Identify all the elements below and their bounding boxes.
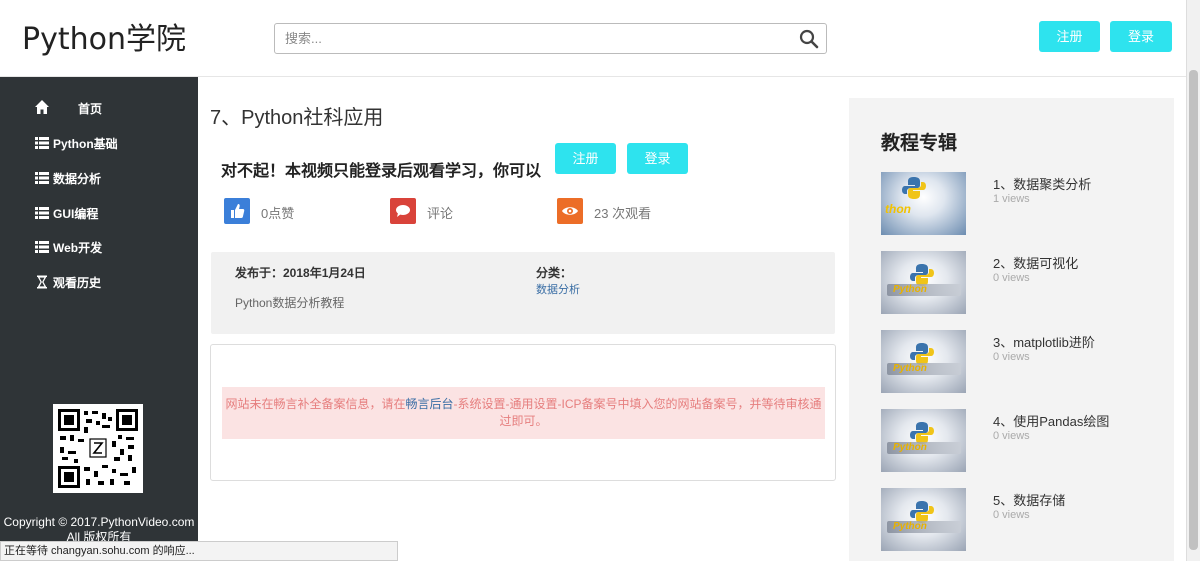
- list-icon: [35, 137, 49, 149]
- course-item[interactable]: thon 1、数据聚类分析 1 views: [881, 172, 1171, 236]
- thumbnail-brand: Python: [893, 363, 927, 374]
- hourglass-icon: [37, 275, 47, 289]
- thumbnail-brand: Python: [893, 442, 927, 453]
- category-label: 分类：: [536, 266, 573, 280]
- login-notice: 对不起！本视频只能登录后观看学习，你可以: [221, 163, 542, 180]
- comment-icon[interactable]: [390, 198, 416, 224]
- sidebar-item-label: Web开发: [53, 241, 103, 255]
- changyan-admin-link[interactable]: 畅言后台: [406, 397, 454, 411]
- publish-date: 发布于：2018年1月24日: [235, 266, 366, 280]
- course-thumbnail[interactable]: Python: [881, 409, 966, 472]
- header-login-button[interactable]: 登录: [1110, 21, 1172, 52]
- thumbnail-brand: Python: [893, 521, 927, 532]
- list-icon: [35, 241, 49, 253]
- sidebar-item-home[interactable]: 首页: [0, 91, 198, 125]
- top-header: Python学院 注册 登录: [0, 0, 1186, 77]
- course-thumbnail[interactable]: Python: [881, 251, 966, 314]
- course-thumbnail[interactable]: Python: [881, 488, 966, 551]
- site-logo[interactable]: Python学院: [22, 20, 186, 60]
- category-link[interactable]: 数据分析: [536, 281, 580, 297]
- header-register-button[interactable]: 注册: [1039, 21, 1100, 52]
- course-views: 0 views: [993, 351, 1030, 363]
- sidebar: 首页 Python基础 数据分析 GUI编程 Web开发 观看历史 Copyri…: [0, 77, 198, 561]
- home-icon: [35, 100, 49, 114]
- sidebar-item-label: 观看历史: [53, 276, 102, 290]
- qr-code-image: [58, 409, 138, 488]
- search-icon[interactable]: [799, 29, 819, 49]
- course-item[interactable]: Python 3、matplotlib进阶 0 views: [881, 330, 1171, 394]
- sidebar-item-python-basics[interactable]: Python基础: [0, 126, 198, 160]
- course-title[interactable]: 1、数据聚类分析: [993, 174, 1091, 193]
- sidebar-item-label: 数据分析: [53, 172, 102, 186]
- views-count: 23 次观看: [594, 206, 652, 221]
- sidebar-item-data-analysis[interactable]: 数据分析: [0, 161, 198, 195]
- course-views: 0 views: [993, 272, 1030, 284]
- list-icon: [35, 172, 49, 184]
- scrollbar-thumb[interactable]: [1189, 70, 1198, 550]
- video-info-panel: 发布于：2018年1月24日 Python数据分析教程 分类： 数据分析: [211, 252, 835, 334]
- copyright-line1: Copyright © 2017.PythonVideo.com: [3, 515, 195, 529]
- course-thumbnail[interactable]: thon: [881, 172, 966, 235]
- course-thumbnail[interactable]: Python: [881, 330, 966, 393]
- sidebar-item-history[interactable]: 观看历史: [0, 265, 198, 299]
- thumbs-up-icon[interactable]: [224, 198, 250, 224]
- thumbnail-brand: thon: [885, 202, 911, 216]
- sidebar-item-web[interactable]: Web开发: [0, 230, 198, 264]
- sidebar-item-label: Python基础: [53, 137, 118, 151]
- browser-status-bar: 正在等待 changyan.sohu.com 的响应...: [0, 541, 398, 561]
- course-item[interactable]: Python 4、使用Pandas绘图 0 views: [881, 409, 1171, 473]
- register-button[interactable]: 注册: [555, 143, 616, 174]
- video-description: Python数据分析教程: [235, 296, 345, 310]
- qr-code: [53, 404, 143, 493]
- page-title: 7、Python社科应用: [210, 107, 384, 129]
- python-logo-icon: [902, 177, 926, 199]
- icp-alert: 网站未在畅言补全备案信息，请在畅言后台-系统设置-通用设置-ICP备案号中填入您…: [222, 387, 825, 439]
- course-title[interactable]: 3、matplotlib进阶: [993, 332, 1095, 351]
- album-title: 教程专辑: [881, 133, 958, 154]
- sidebar-item-label: 首页: [78, 102, 103, 116]
- course-title[interactable]: 4、使用Pandas绘图: [993, 411, 1109, 430]
- course-title[interactable]: 5、数据存储: [993, 490, 1065, 509]
- search-box: [274, 23, 827, 54]
- comments-label: 评论: [427, 206, 454, 221]
- course-title[interactable]: 2、数据可视化: [993, 253, 1078, 272]
- course-item[interactable]: Python 5、数据存储 0 views: [881, 488, 1171, 552]
- course-views: 0 views: [993, 430, 1030, 442]
- sidebar-item-gui[interactable]: GUI编程: [0, 196, 198, 230]
- comment-section: 网站未在畅言补全备案信息，请在畅言后台-系统设置-通用设置-ICP备案号中填入您…: [210, 344, 836, 481]
- thumbnail-brand: Python: [893, 284, 927, 295]
- search-input[interactable]: [275, 24, 775, 53]
- list-icon: [35, 207, 49, 219]
- login-button[interactable]: 登录: [627, 143, 688, 174]
- alert-text-before: 网站未在畅言补全备案信息，请在: [225, 397, 406, 411]
- likes-count: 0点赞: [261, 206, 295, 221]
- course-item[interactable]: Python 2、数据可视化 0 views: [881, 251, 1171, 315]
- course-views: 1 views: [993, 193, 1030, 205]
- alert-text-after: -系统设置-通用设置-ICP备案号中填入您的网站备案号，并等待审核通过即可。: [453, 397, 822, 428]
- course-views: 0 views: [993, 509, 1030, 521]
- eye-icon: [557, 198, 583, 224]
- page-scrollbar[interactable]: [1186, 0, 1200, 561]
- course-album-panel: 教程专辑 thon 1、数据聚类分析 1 views Python 2、数据可视…: [849, 98, 1174, 561]
- sidebar-item-label: GUI编程: [53, 207, 99, 221]
